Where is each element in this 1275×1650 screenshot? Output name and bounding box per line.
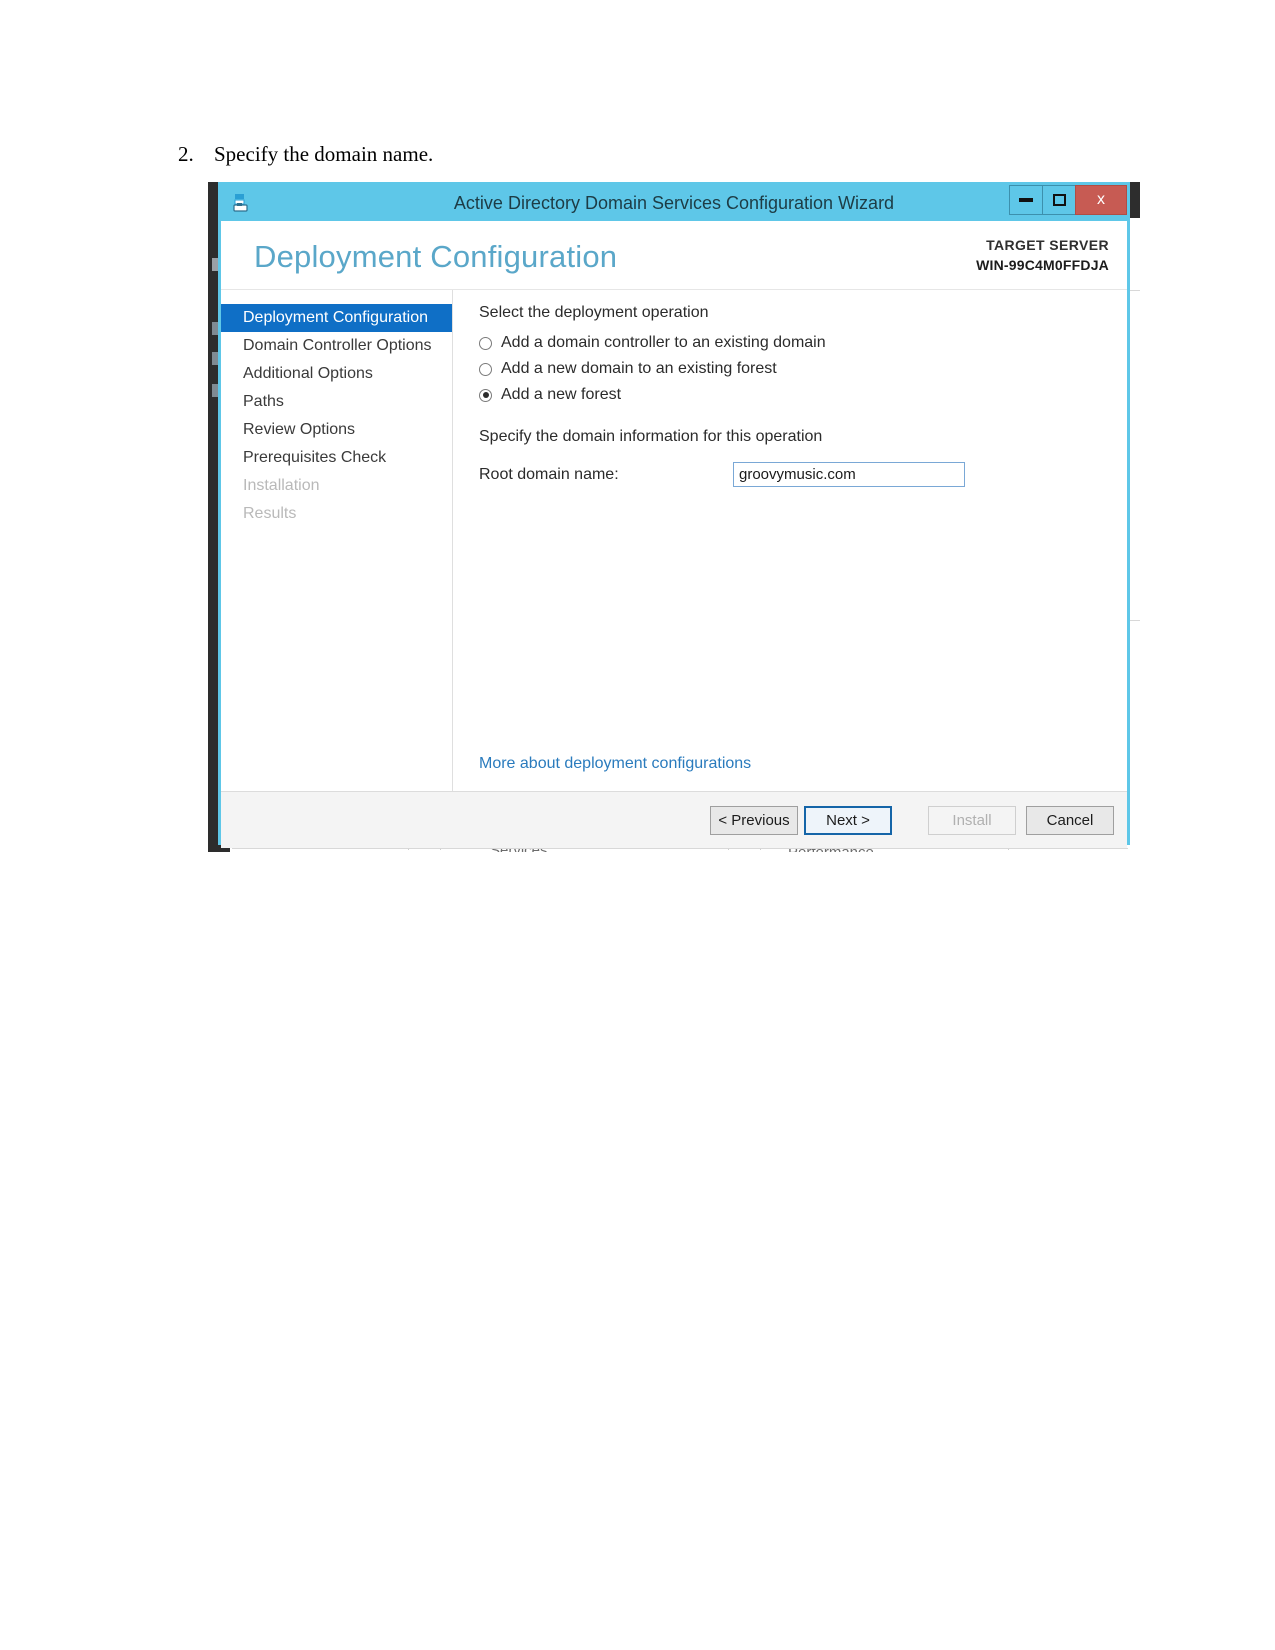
radio-existing-forest-icon[interactable] bbox=[479, 362, 492, 376]
minimize-button[interactable] bbox=[1009, 185, 1043, 215]
target-server-name: WIN-99C4M0FFDJA bbox=[976, 257, 1109, 274]
wizard-title: Active Directory Domain Services Configu… bbox=[453, 192, 895, 213]
nav-item-additional-options[interactable]: Additional Options bbox=[221, 360, 452, 388]
nav-item-prerequisites-check[interactable]: Prerequisites Check bbox=[221, 444, 452, 472]
domain-info-heading: Specify the domain information for this … bbox=[479, 428, 823, 445]
next-button[interactable]: Next > bbox=[804, 805, 892, 835]
background-divider-2 bbox=[1130, 620, 1140, 621]
radio-row-existing-forest[interactable]: Add a new domain to an existing forest bbox=[479, 358, 1109, 380]
install-button: Install bbox=[928, 805, 1016, 835]
page-title: Deployment Configuration bbox=[254, 239, 618, 274]
radio-label-existing-forest: Add a new domain to an existing forest bbox=[501, 360, 777, 377]
radio-row-new-forest[interactable]: Add a new forest bbox=[479, 384, 1109, 406]
maximize-button[interactable] bbox=[1042, 185, 1076, 215]
radio-label-new-forest: Add a new forest bbox=[501, 386, 622, 403]
nav-item-deployment-configuration[interactable]: Deployment Configuration bbox=[221, 304, 452, 332]
wizard-footer: < Previous Next > Install Cancel bbox=[221, 791, 1127, 848]
document-step: 2. Specify the domain name. bbox=[178, 142, 433, 167]
wizard-window: Active Directory Domain Services Configu… bbox=[218, 182, 1130, 848]
root-domain-label: Root domain name: bbox=[479, 465, 619, 483]
target-server-block: TARGET SERVER WIN-99C4M0FFDJA bbox=[976, 235, 1109, 276]
nav-item-domain-controller-options[interactable]: Domain Controller Options bbox=[221, 332, 452, 360]
minimize-icon bbox=[1019, 198, 1033, 202]
close-button[interactable]: x bbox=[1075, 185, 1127, 215]
close-icon: x bbox=[1097, 191, 1105, 208]
window-controls: x bbox=[1009, 185, 1127, 215]
background-divider-1 bbox=[1130, 290, 1140, 291]
screenshot-region: Services Performance Active Directory Do… bbox=[208, 182, 1140, 852]
step-text: Specify the domain name. bbox=[214, 142, 434, 166]
radio-label-existing-domain: Add a domain controller to an existing d… bbox=[501, 334, 826, 351]
root-domain-row: Root domain name: bbox=[479, 462, 1109, 487]
wizard-pane: Select the deployment operation Add a do… bbox=[453, 290, 1127, 791]
radio-new-forest-icon[interactable] bbox=[479, 388, 492, 402]
wizard-nav: Deployment Configuration Domain Controll… bbox=[221, 290, 453, 791]
previous-button[interactable]: < Previous bbox=[710, 805, 798, 835]
root-domain-input[interactable] bbox=[733, 462, 965, 487]
wizard-header: Deployment Configuration TARGET SERVER W… bbox=[221, 221, 1127, 290]
radio-row-existing-domain[interactable]: Add a domain controller to an existing d… bbox=[479, 332, 1109, 354]
background-divider-3 bbox=[232, 848, 1128, 849]
more-about-deployment-link[interactable]: More about deployment configurations bbox=[479, 755, 751, 773]
step-number: 2. bbox=[178, 142, 194, 166]
nav-item-results: Results bbox=[243, 505, 297, 522]
wizard-titlebar[interactable]: Active Directory Domain Services Configu… bbox=[221, 185, 1127, 221]
nav-item-installation: Installation bbox=[243, 477, 320, 494]
radio-existing-domain-icon[interactable] bbox=[479, 336, 492, 350]
cancel-button[interactable]: Cancel bbox=[1026, 805, 1114, 835]
server-wizard-icon bbox=[229, 190, 255, 216]
nav-item-review-options[interactable]: Review Options bbox=[221, 416, 452, 444]
operation-heading: Select the deployment operation bbox=[479, 304, 709, 321]
wizard-body: Deployment Configuration Domain Controll… bbox=[221, 290, 1127, 791]
nav-item-paths[interactable]: Paths bbox=[221, 388, 452, 416]
target-server-label: TARGET SERVER bbox=[986, 237, 1109, 253]
maximize-icon bbox=[1052, 194, 1066, 206]
